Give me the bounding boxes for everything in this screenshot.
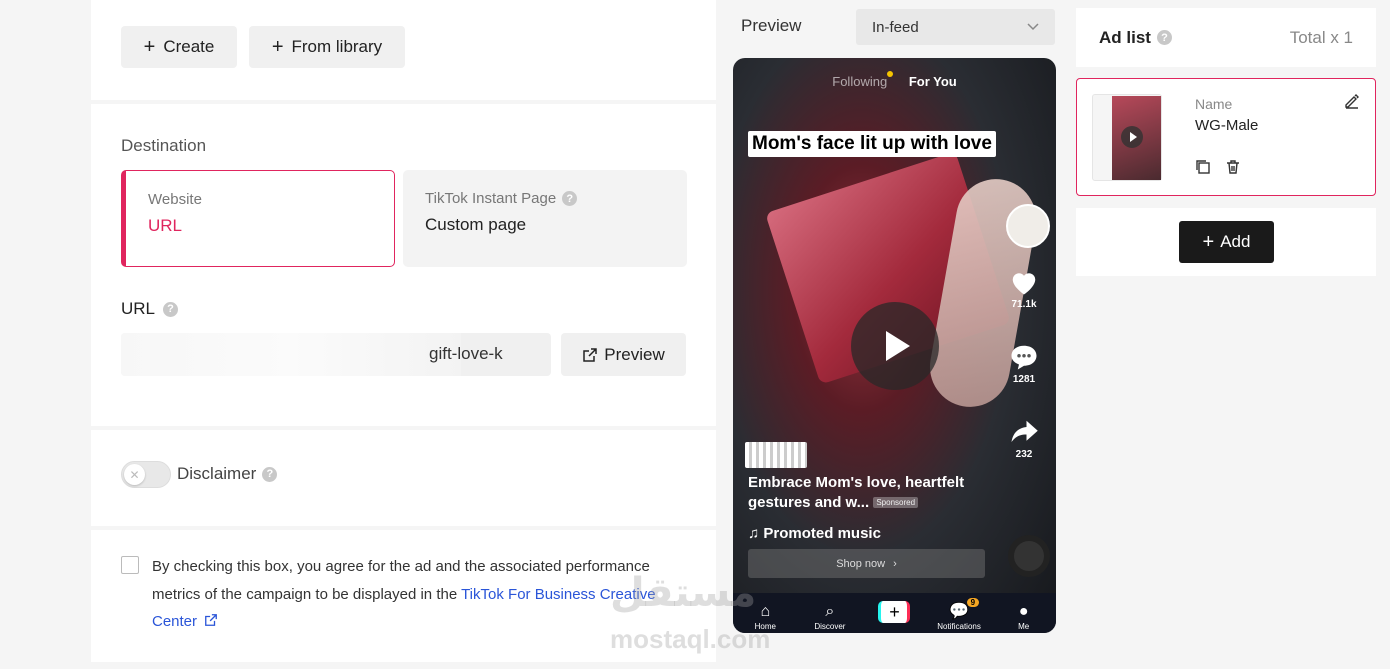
share-button: 232 — [1004, 418, 1044, 460]
website-label: Website — [148, 191, 202, 208]
plus-icon: + — [271, 36, 284, 58]
redacted-url-blur — [121, 333, 461, 376]
instant-page-value: Custom page — [425, 215, 527, 234]
url-input-value: gift-love-k — [429, 344, 503, 363]
destination-website-card[interactable]: Website URL — [121, 170, 395, 267]
add-ad-button[interactable]: + Add — [1179, 221, 1274, 263]
music-disc-icon — [1008, 535, 1050, 577]
ad-thumbnail[interactable] — [1092, 94, 1162, 181]
edit-icon[interactable] — [1344, 93, 1360, 109]
comment-button: 1281 — [1004, 343, 1044, 385]
trash-icon[interactable] — [1225, 159, 1241, 175]
comment-icon — [1011, 345, 1037, 370]
close-icon: ✕ — [124, 464, 145, 485]
tab-following: Following — [832, 71, 894, 89]
music-label: ♫ Promoted music — [748, 525, 881, 542]
from-library-button[interactable]: + From library — [249, 26, 405, 68]
help-icon[interactable]: ? — [562, 191, 578, 206]
watermark-arabic: مستقل — [610, 571, 757, 615]
external-link-icon — [583, 347, 598, 362]
url-input[interactable]: gift-love-k — [121, 333, 551, 376]
avatar — [1006, 204, 1050, 248]
create-button[interactable]: + Create — [121, 26, 237, 68]
plus-icon: + — [878, 601, 911, 623]
music-note-icon: ♫ — [748, 525, 760, 542]
placement-select[interactable]: In-feed — [856, 9, 1055, 45]
redacted-username — [745, 442, 807, 468]
tiktok-bottom-nav: ⌂ Home ⌕ Discover + 💬 9 Notifications ● … — [733, 593, 1056, 633]
ad-name: WG-Male — [1195, 117, 1259, 134]
video-caption: Mom's face lit up with love — [748, 131, 996, 157]
ad-list-header: Ad list ? Total x 1 — [1076, 8, 1376, 67]
website-value: URL — [148, 216, 183, 235]
chevron-right-icon: › — [893, 557, 897, 570]
nav-create: + — [866, 601, 922, 631]
help-icon[interactable]: ? — [1156, 30, 1172, 45]
preview-label: Preview — [741, 16, 802, 35]
tiktok-preview-phone: Following For You Mom's face lit up with… — [733, 58, 1056, 633]
url-label-row: URL ? — [121, 299, 179, 319]
inbox-icon: 💬 — [949, 603, 970, 620]
share-icon — [1011, 420, 1038, 442]
play-icon[interactable] — [851, 302, 939, 390]
ad-description: Embrace Mom's love, heartfelt gestures a… — [748, 474, 965, 511]
add-ad-section: + Add — [1076, 208, 1376, 276]
watermark-latin: mostaql.com — [610, 624, 771, 654]
ad-list-total: Total x 1 — [1289, 27, 1353, 47]
ad-card[interactable]: Name WG-Male — [1076, 78, 1376, 196]
feed-tabs: Following For You — [733, 71, 1056, 89]
consent-checkbox[interactable] — [121, 556, 139, 574]
help-icon[interactable]: ? — [163, 301, 179, 317]
destination-title: Destination — [121, 136, 207, 155]
url-label: URL — [121, 299, 156, 318]
instant-page-label: TikTok Instant Page — [425, 190, 557, 207]
disclaimer-label: Disclaimer — [177, 464, 257, 483]
tab-for-you: For You — [908, 74, 957, 89]
help-icon[interactable]: ? — [262, 466, 278, 482]
sponsored-badge: Sponsored — [873, 497, 919, 509]
search-icon: ⌕ — [825, 603, 835, 620]
creative-panel: + Create + From library — [91, 0, 716, 100]
notification-badge: 9 — [966, 598, 980, 607]
chevron-down-icon — [1027, 23, 1039, 31]
heart-icon — [1012, 273, 1036, 295]
ad-list-title: Ad list — [1099, 27, 1151, 47]
copy-icon[interactable] — [1195, 159, 1211, 175]
external-link-icon[interactable] — [204, 613, 218, 627]
disclaimer-label-row: Disclaimer ? — [177, 464, 278, 484]
nav-notifications: 💬 9 Notifications — [931, 598, 987, 631]
user-icon: ● — [1018, 603, 1029, 620]
plus-icon: + — [1202, 230, 1215, 253]
shop-now-button: Shop now › — [748, 549, 985, 578]
url-preview-button[interactable]: Preview — [561, 333, 686, 376]
nav-discover: ⌕ Discover — [802, 602, 858, 631]
ad-name-label: Name — [1195, 96, 1233, 112]
nav-me: ● Me — [996, 602, 1052, 631]
disclaimer-toggle[interactable]: ✕ — [121, 461, 171, 488]
play-icon — [1121, 126, 1143, 148]
like-button: 71.1k — [1004, 268, 1044, 310]
destination-instant-page-card[interactable]: TikTok Instant Page ? Custom page — [403, 170, 687, 267]
plus-icon: + — [143, 36, 156, 58]
